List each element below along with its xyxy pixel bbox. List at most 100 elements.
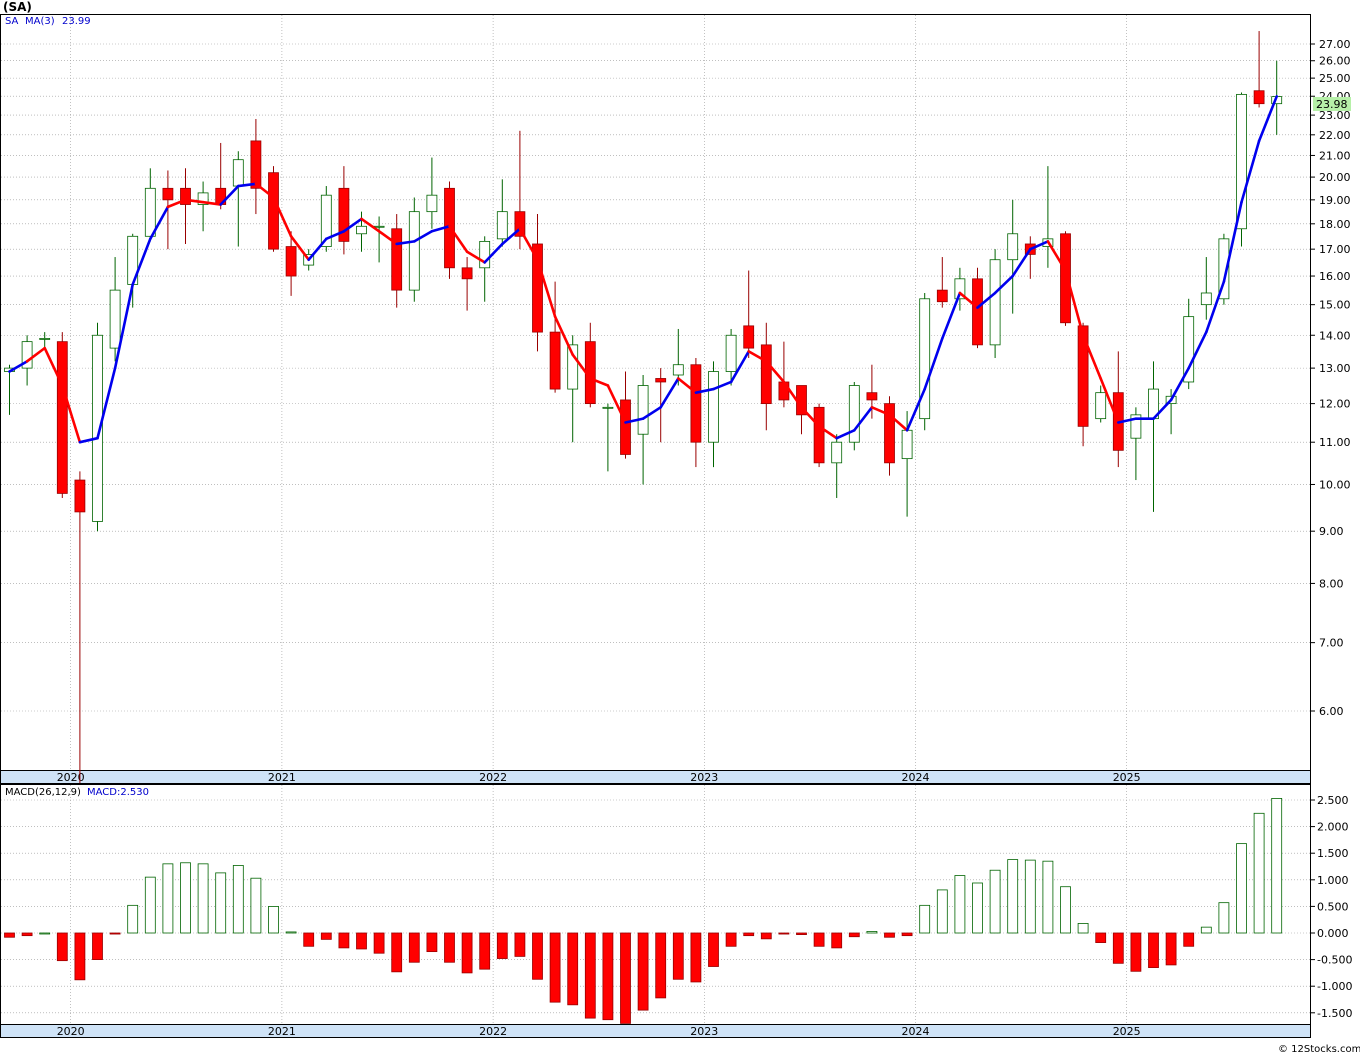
macd-bar-positive xyxy=(936,889,948,934)
macd-legend-label: MACD(26,12,9) xyxy=(5,787,81,798)
macd-bar-negative xyxy=(672,932,684,980)
macd-bar-negative xyxy=(813,932,825,947)
candle-body-down xyxy=(620,399,631,455)
stock-chart: 6.00 7.00 8.00 9.00 10.00 11.00 12.00 13.00 14.0… xyxy=(0,0,1360,1055)
macd-bar-negative xyxy=(479,932,491,970)
macd-bar-positive xyxy=(1060,886,1071,934)
price-tick-label: 26.00 xyxy=(1319,55,1351,68)
macd-tick-label: -0.500 xyxy=(1317,954,1352,967)
price-year-label: 2024 xyxy=(902,771,930,784)
macd-bar-negative xyxy=(1183,932,1195,947)
macd-bar-negative xyxy=(1148,932,1159,968)
chart-title: (SA) xyxy=(3,0,32,14)
macd-bar-negative xyxy=(901,932,913,937)
macd-bar-positive xyxy=(919,904,931,934)
candle-body-down xyxy=(690,364,702,443)
macd-tick-label: 1.500 xyxy=(1317,847,1349,860)
candle-body-up xyxy=(848,385,860,443)
candle-body-down xyxy=(549,331,561,390)
macd-bar-negative xyxy=(514,932,526,957)
macd-bar-negative xyxy=(109,932,121,935)
macd-bar-positive xyxy=(1042,860,1054,934)
macd-bar-negative xyxy=(708,932,719,967)
price-tick-label: 22.00 xyxy=(1319,129,1351,142)
candle-body-up xyxy=(39,338,51,340)
candle-body-down xyxy=(74,479,86,513)
candle xyxy=(56,332,68,498)
macd-legend-value: MACD:2.530 xyxy=(87,787,149,798)
macd-bar-negative xyxy=(602,932,614,1021)
price-tick-label: 10.00 xyxy=(1319,478,1351,491)
candle xyxy=(848,381,860,451)
candle-body-down xyxy=(1060,233,1071,324)
price-tick-label: 25.00 xyxy=(1319,72,1351,85)
macd-bar-positive xyxy=(197,863,209,934)
macd-bar-positive xyxy=(285,931,297,934)
macd-bar-negative xyxy=(778,932,790,935)
macd-bar-negative xyxy=(56,932,68,962)
candle-body-up xyxy=(408,211,420,291)
macd-bar-positive xyxy=(144,876,156,934)
macd-bar-negative xyxy=(620,932,631,1024)
candle-body-up xyxy=(232,159,244,187)
candle-body-down xyxy=(655,378,667,383)
candle-body-up xyxy=(567,344,579,390)
price-tick-label: 9.00 xyxy=(1319,525,1344,538)
macd-bar-negative xyxy=(461,932,473,974)
last-price-label: 23.98 xyxy=(1316,98,1348,111)
macd-bar-negative xyxy=(356,932,367,950)
candle-body-down xyxy=(760,344,772,405)
price-year-label: 2022 xyxy=(479,771,507,784)
price-legend-ma-label: MA(3) xyxy=(25,16,55,27)
price-year-label: 2020 xyxy=(57,771,85,784)
price-tick-label: 6.00 xyxy=(1319,705,1344,718)
candle-body-down xyxy=(268,172,279,250)
macd-bar-negative xyxy=(21,932,33,937)
price-tick-label: 13.00 xyxy=(1319,362,1351,375)
macd-bar-negative xyxy=(1112,932,1124,964)
price-tick-label: 14.00 xyxy=(1319,329,1351,342)
candle-body-up xyxy=(426,194,438,213)
macd-bar-positive xyxy=(127,904,139,934)
candle-body-down xyxy=(391,228,403,291)
macd-bar-positive xyxy=(1236,843,1247,934)
macd-tick-label: 0.000 xyxy=(1317,927,1349,940)
macd-bar-negative xyxy=(74,932,86,981)
candle-body-up xyxy=(602,406,614,409)
macd-bar-negative xyxy=(92,932,103,961)
macd-bar-negative xyxy=(426,932,438,953)
macd-bar-positive xyxy=(972,882,983,934)
macd-bar-positive xyxy=(1218,902,1230,934)
candle-body-up xyxy=(672,364,684,376)
candle-body-down xyxy=(743,325,755,349)
macd-bar-negative xyxy=(725,932,737,947)
macd-bar-negative xyxy=(532,932,543,980)
macd-bar-negative xyxy=(1095,932,1107,943)
price-tick-label: 11.00 xyxy=(1319,436,1351,449)
candle-body-down xyxy=(813,406,825,464)
macd-bar-negative xyxy=(1130,932,1142,972)
candle xyxy=(268,166,279,252)
price-tick-label: 12.00 xyxy=(1319,398,1351,411)
candle-body-up xyxy=(373,225,385,228)
macd-tick-label: -1.000 xyxy=(1317,980,1352,993)
candle-body-down xyxy=(250,140,262,189)
candle-body-down xyxy=(461,267,473,280)
macd-bar-positive xyxy=(954,875,966,934)
macd-bar-negative xyxy=(584,932,596,1019)
macd-bar-negative xyxy=(1165,932,1177,966)
candle-body-up xyxy=(831,441,843,464)
macd-bar-negative xyxy=(4,932,15,938)
macd-bar-negative xyxy=(391,932,403,973)
macd-bar-positive xyxy=(1077,923,1089,934)
macd-year-label: 2023 xyxy=(690,1025,718,1038)
macd-tick-label: 1.000 xyxy=(1317,874,1349,887)
macd-tick-label: 0.500 xyxy=(1317,900,1349,913)
macd-year-label: 2025 xyxy=(1113,1025,1141,1038)
price-year-label: 2023 xyxy=(690,771,718,784)
candle-body-down xyxy=(56,341,68,494)
candle-body-down xyxy=(1253,90,1265,105)
macd-bar-negative xyxy=(884,932,895,938)
macd-bar-positive xyxy=(215,872,227,934)
macd-bar-positive xyxy=(180,862,191,934)
